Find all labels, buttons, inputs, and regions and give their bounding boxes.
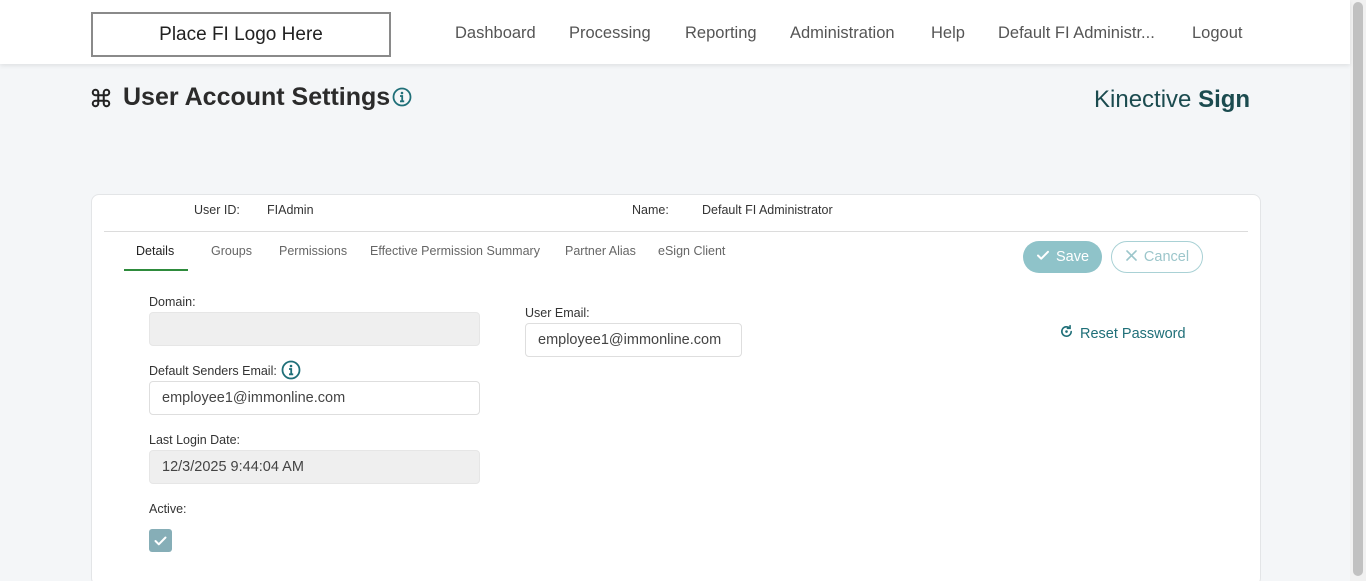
tab-partner-alias[interactable]: Partner Alias xyxy=(565,244,636,258)
nav-processing[interactable]: Processing xyxy=(569,24,651,43)
tab-details[interactable]: Details xyxy=(136,244,174,258)
checkmark-icon xyxy=(154,536,167,546)
user-email-label: User Email: xyxy=(525,306,590,320)
brand-name-light: Kinective xyxy=(1094,86,1192,113)
default-senders-email-label: Default Senders Email: xyxy=(149,364,277,378)
nav-administration[interactable]: Administration xyxy=(790,24,895,43)
tab-effective-permission-summary[interactable]: Effective Permission Summary xyxy=(370,244,540,258)
user-id-label: User ID: xyxy=(194,203,240,217)
nav-reporting[interactable]: Reporting xyxy=(685,24,757,43)
reset-icon xyxy=(1059,324,1074,343)
nav-help[interactable]: Help xyxy=(931,24,965,43)
active-checkbox[interactable] xyxy=(149,529,172,552)
save-button-label: Save xyxy=(1055,249,1090,265)
nav-user-menu[interactable]: Default FI Administr... xyxy=(998,24,1155,43)
page-scrollbar[interactable] xyxy=(1350,0,1366,581)
title-info-icon[interactable] xyxy=(392,87,412,107)
logo-placeholder[interactable]: Place FI Logo Here xyxy=(91,12,391,57)
tab-esign-client[interactable]: eSign Client xyxy=(658,244,725,258)
tab-permissions[interactable]: Permissions xyxy=(279,244,347,258)
active-label: Active: xyxy=(149,502,187,516)
logo-text: Place FI Logo Here xyxy=(159,23,323,45)
user-id-value: FIAdmin xyxy=(267,203,314,217)
scrollbar-thumb[interactable] xyxy=(1353,2,1363,576)
brand-logo: Kinective Sign xyxy=(1094,86,1250,114)
domain-field xyxy=(149,312,480,346)
settings-command-icon xyxy=(90,87,112,109)
last-login-date-field: 12/3/2025 9:44:04 AM xyxy=(149,450,480,484)
check-icon xyxy=(1036,248,1050,266)
nav-dashboard[interactable]: Dashboard xyxy=(455,24,536,43)
cancel-button-label: Cancel xyxy=(1143,249,1190,265)
name-value: Default FI Administrator xyxy=(702,203,833,217)
brand-name-bold: Sign xyxy=(1198,86,1251,113)
card-divider xyxy=(104,231,1248,232)
page-title: User Account Settings xyxy=(123,83,391,111)
tab-groups[interactable]: Groups xyxy=(211,244,252,258)
close-icon xyxy=(1125,249,1138,266)
user-email-field[interactable]: employee1@immonline.com xyxy=(525,323,742,357)
name-label: Name: xyxy=(632,203,669,217)
save-button[interactable]: Save xyxy=(1023,241,1102,273)
cancel-button[interactable]: Cancel xyxy=(1111,241,1203,273)
reset-password-link[interactable]: Reset Password xyxy=(1059,324,1186,343)
default-senders-email-field[interactable]: employee1@immonline.com xyxy=(149,381,480,415)
nav-logout[interactable]: Logout xyxy=(1192,24,1242,43)
last-login-date-label: Last Login Date: xyxy=(149,433,241,447)
top-nav-bar: Place FI Logo Here Dashboard Processing … xyxy=(0,0,1350,64)
tab-active-indicator xyxy=(124,269,188,271)
domain-label: Domain: xyxy=(149,295,196,309)
senders-email-info-icon[interactable] xyxy=(281,360,301,380)
reset-password-label: Reset Password xyxy=(1080,325,1186,342)
